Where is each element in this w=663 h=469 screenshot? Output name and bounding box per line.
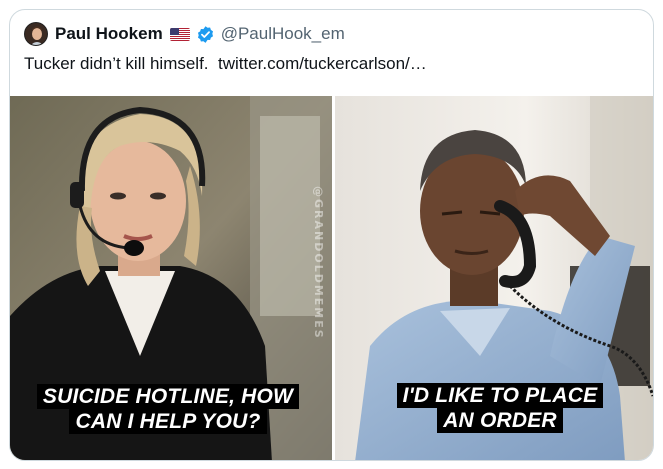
verified-badge-icon [196, 25, 215, 44]
tweet-header: Paul Hookem @PaulHook_em [24, 22, 345, 46]
tweet-body: Tucker didn’t kill himself. [24, 54, 209, 73]
right-caption: I'D LIKE TO PLACE AN ORDER [390, 383, 610, 433]
author-handle[interactable]: @PaulHook_em [221, 24, 345, 44]
meme-image[interactable]: @GRANDOLDMEMES SUICIDE HOTLINE, HOW CAN … [10, 96, 653, 460]
left-caption: SUICIDE HOTLINE, HOW CAN I HELP YOU? [18, 384, 318, 434]
us-flag-icon [169, 27, 190, 41]
author-avatar[interactable] [24, 22, 48, 46]
right-caption-line1: I'D LIKE TO PLACE [396, 383, 604, 408]
left-caption-line1: SUICIDE HOTLINE, HOW [36, 384, 300, 409]
tweet-text: Tucker didn’t kill himself. twitter.com/… [24, 54, 427, 74]
tweet-card[interactable]: Paul Hookem @PaulHook_em Tucker didn’t k… [9, 9, 654, 461]
author-name[interactable]: Paul Hookem [55, 24, 163, 44]
meme-watermark: @GRANDOLDMEMES [312, 186, 325, 340]
right-caption-line2: AN ORDER [437, 408, 563, 433]
left-caption-line2: CAN I HELP YOU? [69, 409, 267, 434]
tweet-link[interactable]: twitter.com/tuckercarlson/… [218, 54, 427, 73]
